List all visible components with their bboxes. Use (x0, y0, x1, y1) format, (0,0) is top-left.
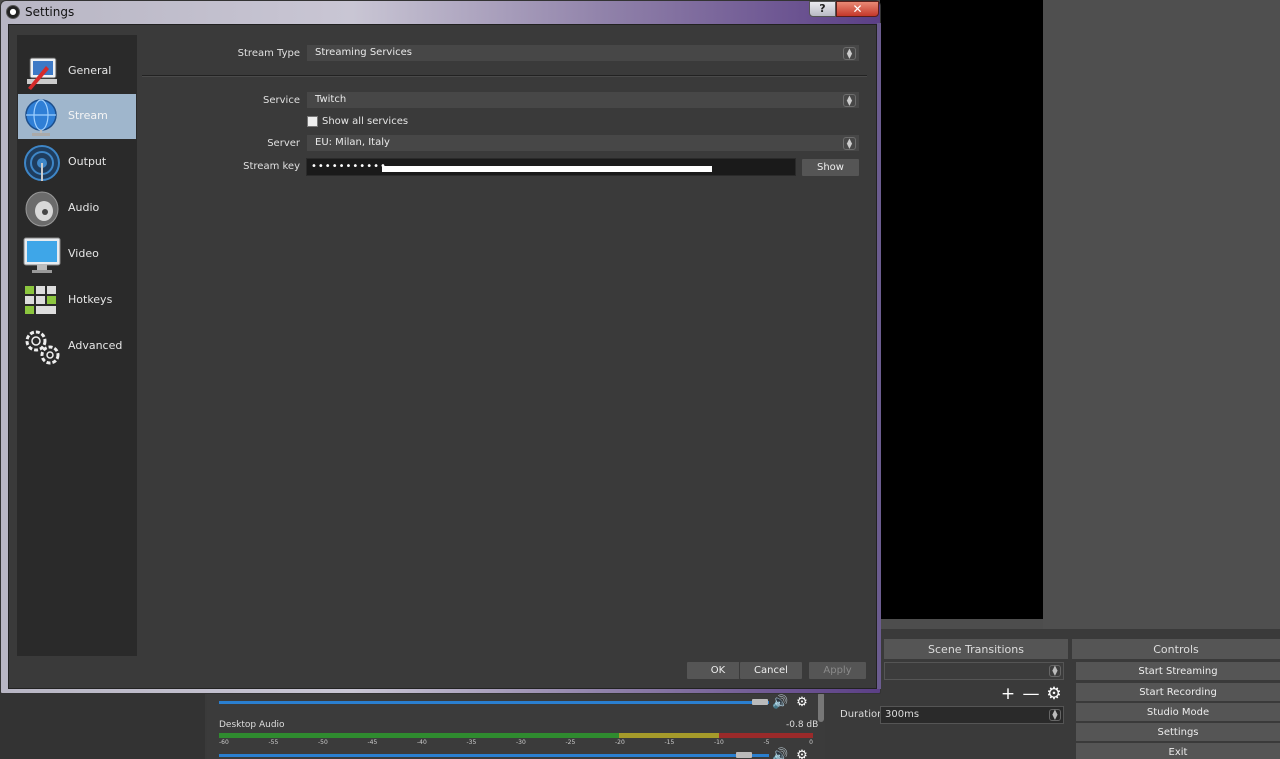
service-value: Twitch (315, 94, 347, 105)
stream-type-label: Stream Type (237, 48, 300, 59)
window-title: Settings (25, 5, 75, 19)
duration-label: Duration (840, 709, 884, 720)
controls-title: Controls (1072, 639, 1280, 659)
service-select[interactable]: Twitch ▲ ▼ (306, 91, 860, 109)
meter-tick: -15 (664, 739, 675, 746)
obs-logo-icon: ● (6, 5, 20, 19)
category-label: Hotkeys (68, 293, 113, 306)
category-advanced[interactable]: Advanced (18, 324, 136, 369)
stream-type-value: Streaming Services (315, 47, 412, 58)
category-label: Stream (68, 109, 108, 122)
settings-client-area: General Stream Output Audio Video Hotkey… (8, 24, 877, 689)
speaker-icon[interactable]: 🔊 (772, 695, 788, 711)
transition-select[interactable]: ▲ ▼ (884, 662, 1064, 680)
category-label: Advanced (68, 339, 123, 352)
gear-icon[interactable]: ⚙ (794, 695, 810, 711)
category-label: Video (68, 247, 99, 260)
keyboard-icon (25, 286, 56, 314)
stream-key-redaction (382, 166, 712, 172)
window-frame (877, 23, 881, 689)
mixer-scrollbar[interactable] (818, 692, 824, 722)
output-icon (24, 145, 60, 181)
category-label: General (68, 64, 112, 77)
minus-icon[interactable]: — (1021, 684, 1041, 704)
close-button[interactable]: ✕ (836, 1, 879, 17)
speaker-icon (25, 191, 59, 227)
start-recording-button[interactable]: Start Recording (1076, 683, 1280, 701)
category-output[interactable]: Output (18, 140, 136, 185)
scene-transitions-title: Scene Transitions (884, 639, 1068, 659)
help-button[interactable]: ? (809, 1, 836, 17)
scenes-panel (0, 690, 205, 759)
gears-icon (25, 330, 60, 365)
stream-type-select[interactable]: Streaming Services ▲ ▼ (306, 44, 860, 62)
separator (142, 75, 867, 77)
start-streaming-button[interactable]: Start Streaming (1076, 662, 1280, 680)
desktop-volume-slider[interactable] (219, 754, 769, 757)
settings-button[interactable]: Settings (1076, 723, 1280, 741)
show-all-services-checkbox[interactable] (307, 116, 318, 127)
desktop-audio-label: Desktop Audio (219, 720, 285, 730)
meter-tick: -20 (615, 739, 625, 746)
plus-icon[interactable]: + (998, 684, 1018, 704)
desktop-audio-db: -0.8 dB (786, 720, 819, 730)
meter-tick: -25 (565, 739, 576, 746)
speaker-icon[interactable]: 🔊 (772, 748, 788, 759)
meter-ticks: -60 -55 -50 -45 -40 -35 -30 -25 -20 -15 … (219, 739, 813, 747)
server-select[interactable]: EU: Milan, Italy ▲ ▼ (306, 134, 860, 152)
mic-volume-handle[interactable] (752, 699, 768, 705)
category-label: Audio (68, 201, 100, 214)
category-video[interactable]: Video (18, 232, 136, 277)
desktop-volume-handle[interactable] (736, 752, 752, 758)
meter-tick: -30 (516, 739, 526, 746)
apply-button[interactable]: Apply (808, 661, 867, 680)
category-label: Output (68, 155, 107, 168)
gear-icon[interactable]: ⚙ (1044, 684, 1064, 704)
category-general[interactable]: General (18, 49, 136, 94)
stream-key-input[interactable]: ••••••••••• (306, 158, 796, 176)
settings-dialog: ● Settings ? ✕ General Stream Output Aud… (0, 0, 881, 694)
duration-value: 300ms (885, 709, 920, 720)
server-label: Server (267, 138, 300, 149)
category-stream[interactable]: Stream (18, 94, 136, 139)
category-hotkeys[interactable]: Hotkeys (18, 278, 136, 323)
meter-tick: -40 (417, 739, 427, 746)
duration-input[interactable]: 300ms ▲ ▼ (880, 706, 1064, 724)
title-bar[interactable]: ● Settings ? ✕ (1, 1, 880, 23)
meter-tick: -60 (219, 739, 229, 746)
spin-arrows-icon[interactable]: ▲ ▼ (1049, 709, 1061, 721)
exit-button[interactable]: Exit (1076, 743, 1280, 759)
meter-tick: 0 (809, 739, 813, 746)
studio-mode-button[interactable]: Studio Mode (1076, 703, 1280, 721)
service-label: Service (263, 95, 300, 106)
main-window-background (1043, 0, 1280, 629)
meter-tick: -50 (318, 739, 328, 746)
stream-key-label: Stream key (243, 161, 300, 172)
meter-tick: -5 (763, 739, 770, 746)
mic-volume-slider[interactable] (219, 701, 769, 704)
show-stream-key-button[interactable]: Show (801, 158, 860, 177)
meter-tick: -55 (268, 739, 279, 746)
audio-level-meter (219, 733, 813, 738)
server-value: EU: Milan, Italy (315, 137, 390, 148)
spin-arrows-icon: ▲ ▼ (843, 94, 856, 107)
cancel-button[interactable]: Cancel (739, 661, 803, 680)
meter-tick: -45 (367, 739, 378, 746)
show-all-services-label[interactable]: Show all services (322, 116, 408, 127)
meter-tick: -35 (466, 739, 477, 746)
stream-key-masked: ••••••••••• (311, 161, 387, 172)
monitor-icon (23, 237, 61, 273)
meter-tick: -10 (714, 739, 724, 746)
spin-arrows-icon: ▲ ▼ (843, 47, 856, 60)
general-icon (27, 57, 57, 90)
category-list: General Stream Output Audio Video Hotkey… (17, 35, 137, 656)
gear-icon[interactable]: ⚙ (794, 748, 810, 759)
globe-icon (25, 99, 57, 136)
spin-arrows-icon: ▲ ▼ (843, 137, 856, 150)
category-audio[interactable]: Audio (18, 186, 136, 231)
spin-arrows-icon: ▲ ▼ (1049, 665, 1061, 677)
preview-canvas[interactable] (880, 0, 1043, 619)
